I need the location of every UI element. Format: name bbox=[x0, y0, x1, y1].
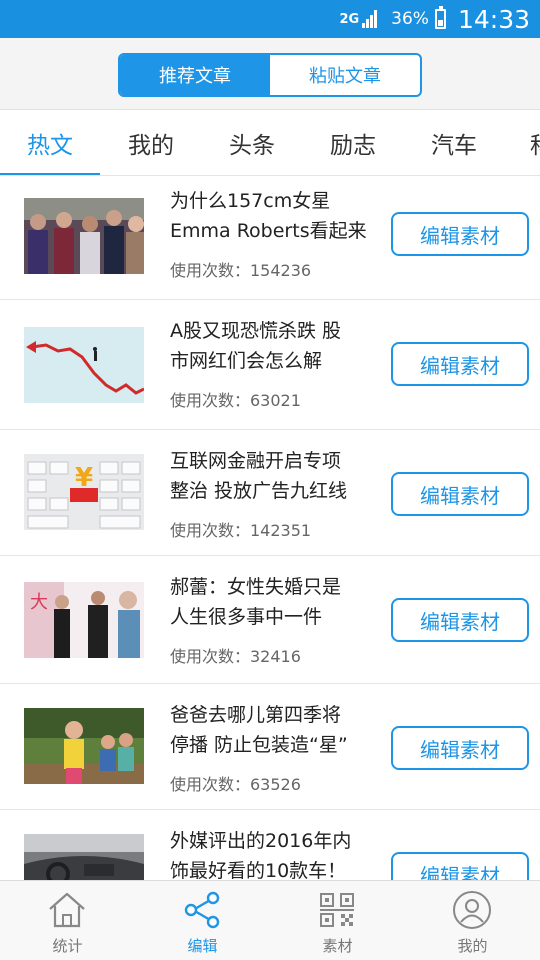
usage-count: 使用次数：154236 bbox=[170, 261, 312, 280]
article-list: 为什么157cm女星 Emma Roberts看起来 使用次数：154236 编… bbox=[0, 176, 540, 880]
nav-edit[interactable]: 编辑 bbox=[135, 881, 270, 960]
tab-cars[interactable]: 汽车 bbox=[404, 110, 504, 175]
segment-area: 推荐文章 粘贴文章 bbox=[0, 38, 540, 110]
list-item[interactable]: 为什么157cm女星 Emma Roberts看起来 使用次数：154236 编… bbox=[0, 176, 540, 300]
nav-mine[interactable]: 我的 bbox=[405, 881, 540, 960]
nav-materials[interactable]: 素材 bbox=[270, 881, 405, 960]
article-source-segment: 推荐文章 粘贴文章 bbox=[118, 53, 422, 97]
bottom-nav: 统计 编辑 素材 我的 bbox=[0, 880, 540, 960]
article-title: 为什么157cm女星 Emma Roberts看起来 bbox=[170, 190, 367, 242]
tab-headlines[interactable]: 头条 bbox=[202, 110, 302, 175]
edit-material-button[interactable]: 编辑素材 bbox=[391, 342, 529, 386]
clock: 14:33 bbox=[457, 4, 530, 34]
nav-stats[interactable]: 统计 bbox=[0, 881, 135, 960]
nav-label: 我的 bbox=[457, 937, 488, 955]
edit-material-button[interactable]: 编辑素材 bbox=[391, 212, 529, 256]
segment-paste[interactable]: 粘贴文章 bbox=[270, 55, 420, 95]
tab-hot[interactable]: 热文 bbox=[0, 110, 100, 175]
list-item[interactable]: 爸爸去哪儿第四季将 停播 防止包装造“星” 使用次数：63526 编辑素材 bbox=[0, 684, 540, 810]
article-title: 郝蕾：女性失婚只是 人生很多事中一件 bbox=[170, 576, 342, 628]
share-icon bbox=[184, 891, 220, 929]
car-interior-photo bbox=[24, 834, 144, 880]
category-tabs: 热文 我的 头条 励志 汽车 科 bbox=[0, 110, 540, 176]
tab-tech[interactable]: 科 bbox=[500, 110, 540, 175]
keyboard-yen-photo: ¥ bbox=[24, 454, 144, 530]
crowd-photo bbox=[24, 198, 144, 274]
battery-icon bbox=[434, 6, 446, 29]
article-title: 外媒评出的2016年内 饰最好看的10款车！ bbox=[170, 830, 352, 880]
usage-count: 使用次数：63021 bbox=[170, 391, 301, 410]
list-item[interactable]: ¥ 互联网金融开启专项 整治 投放广告九红线 使用次数：142351 编辑素材 bbox=[0, 430, 540, 556]
edit-material-button[interactable]: 编辑素材 bbox=[391, 852, 529, 880]
nav-label: 统计 bbox=[52, 937, 83, 955]
nav-label: 素材 bbox=[322, 937, 353, 955]
stock-chart-photo bbox=[24, 327, 144, 403]
usage-count: 使用次数：32416 bbox=[170, 647, 301, 666]
user-icon bbox=[453, 891, 491, 929]
usage-count: 使用次数：63526 bbox=[170, 775, 301, 794]
list-item[interactable]: 大 郝蕾：女性失婚只是 人生很多事中一件 使用次数：32416 编辑素材 bbox=[0, 556, 540, 684]
edit-material-button[interactable]: 编辑素材 bbox=[391, 726, 529, 770]
edit-material-button[interactable]: 编辑素材 bbox=[391, 472, 529, 516]
home-icon bbox=[49, 892, 85, 928]
signal-icon bbox=[361, 10, 378, 28]
article-title: 爸爸去哪儿第四季将 停播 防止包装造“星” bbox=[170, 704, 348, 756]
network-type: 2G bbox=[339, 11, 360, 27]
qr-icon bbox=[320, 893, 354, 927]
list-item[interactable]: 外媒评出的2016年内 饰最好看的10款车！ 编辑素材 bbox=[0, 810, 540, 880]
list-item[interactable]: A股又现恐慌杀跌 股 市网红们会怎么解 使用次数：63021 编辑素材 bbox=[0, 300, 540, 430]
svg-text:¥: ¥ bbox=[75, 463, 93, 493]
article-title: 互联网金融开启专项 整治 投放广告九红线 bbox=[170, 450, 348, 502]
tab-mine[interactable]: 我的 bbox=[101, 110, 201, 175]
edit-material-button[interactable]: 编辑素材 bbox=[391, 598, 529, 642]
status-bar: 2G 36% 14:33 bbox=[0, 0, 540, 38]
tab-inspiration[interactable]: 励志 bbox=[303, 110, 403, 175]
article-title: A股又现恐慌杀跌 股 市网红们会怎么解 bbox=[170, 320, 342, 372]
svg-text:大: 大 bbox=[30, 592, 48, 613]
usage-count: 使用次数：142351 bbox=[170, 521, 312, 540]
segment-recommended[interactable]: 推荐文章 bbox=[120, 55, 270, 95]
stage-photo: 大 bbox=[24, 582, 144, 658]
kids-photo bbox=[24, 708, 144, 784]
battery-percent: 36% bbox=[391, 9, 429, 29]
nav-label: 编辑 bbox=[187, 937, 218, 955]
